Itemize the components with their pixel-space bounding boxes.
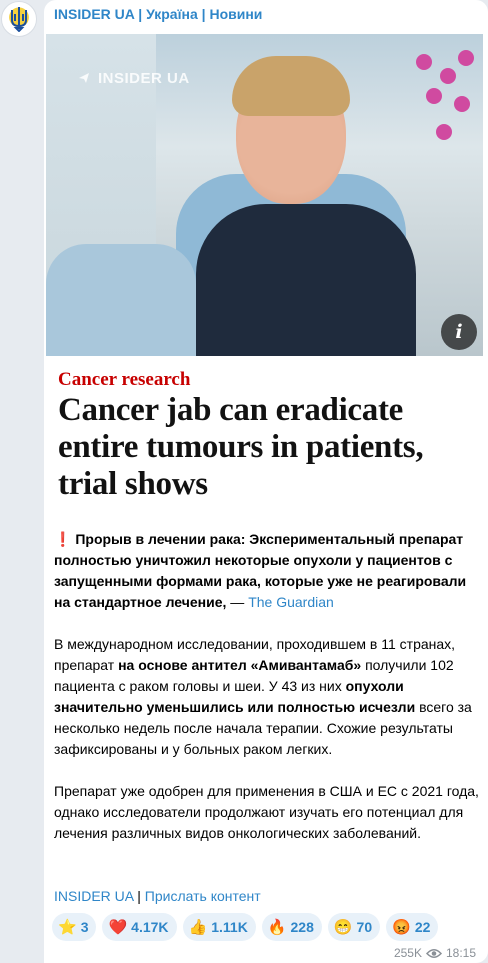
fire-icon: 🔥 (267, 919, 287, 936)
reaction-star[interactable]: ⭐ 3 (52, 913, 97, 941)
angry-icon: 😡 (392, 919, 411, 936)
channel-avatar[interactable] (1, 1, 37, 37)
channel-name[interactable]: INSIDER UA | Україна | Новини (54, 6, 262, 22)
message-meta: 255K 18:15 (394, 946, 476, 960)
thumbs-up-icon: 👍 (188, 919, 208, 936)
eye-icon (425, 948, 442, 958)
article-headline: Cancer jab can eradicate entire tumours … (58, 392, 424, 502)
photo-watermark: INSIDER UA (98, 70, 190, 87)
view-count: 255K (393, 946, 422, 960)
info-button[interactable]: i (441, 314, 477, 350)
photo-person-shirt (196, 204, 416, 356)
submit-content-link[interactable]: Прислать контент (145, 888, 261, 904)
article-card: Cancer research Cancer jab can eradicate… (46, 356, 483, 512)
source-link[interactable]: The Guardian (248, 594, 334, 610)
post-photo[interactable]: INSIDER UA i (46, 34, 483, 356)
post-paragraph-2: В международном исследовании, проходивше… (54, 634, 479, 760)
heart-icon: ❤️ (108, 919, 128, 936)
post-paragraph-1: ❗ Прорыв в лечении рака: Экспериментальн… (54, 529, 479, 613)
reaction-count: 4.17K (131, 919, 169, 935)
reaction-heart[interactable]: ❤️ 4.17K (102, 913, 177, 941)
reaction-count: 70 (356, 919, 373, 935)
message-time: 18:15 (445, 946, 476, 960)
article-kicker: Cancer research (58, 369, 191, 390)
post-text-bold: на основе антител «Амивантамаб» (118, 657, 362, 673)
reaction-angry[interactable]: 😡 22 (386, 913, 439, 941)
reactions-bar: ⭐ 3 ❤️ 4.17K 👍 1.11K 🔥 228 😁 70 😡 22 (52, 913, 439, 941)
reaction-grin[interactable]: 😁 70 (327, 913, 381, 941)
grin-icon: 😁 (333, 919, 353, 936)
post-dash: — (226, 594, 249, 610)
post-footer: INSIDER UA | Прислать контент (54, 886, 479, 907)
photo-person-hair (232, 56, 350, 116)
exclamation-icon: ❗ (54, 531, 72, 547)
photo-flowers (406, 44, 483, 184)
trident-icon (11, 7, 27, 32)
channel-link[interactable]: INSIDER UA (54, 888, 133, 904)
photo-chair (46, 244, 196, 356)
reaction-fire[interactable]: 🔥 228 (261, 913, 322, 941)
star-icon: ⭐ (58, 919, 77, 936)
reaction-count: 3 (80, 919, 89, 935)
message-bubble: INSIDER UA | Україна | Новини INSIDER UA… (44, 0, 488, 963)
reaction-count: 228 (290, 919, 314, 935)
reaction-count: 1.11K (211, 919, 248, 935)
post-paragraph-3: Препарат уже одобрен для применения в СШ… (54, 783, 479, 841)
reaction-count: 22 (414, 919, 431, 935)
reaction-thumbs-up[interactable]: 👍 1.11K (182, 913, 256, 941)
telegram-icon (79, 73, 89, 83)
footer-separator: | (133, 888, 145, 904)
